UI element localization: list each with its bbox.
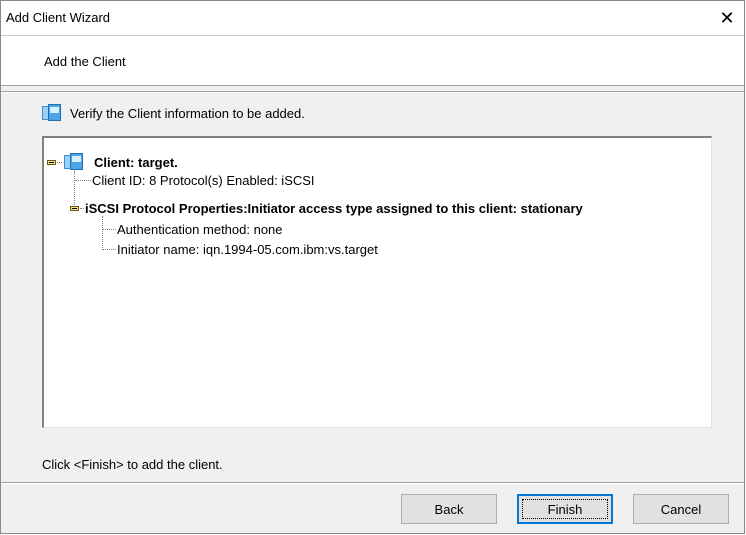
tree-item-protocol-properties[interactable]: iSCSI Protocol Properties:Initiator acce… (85, 201, 583, 216)
step-title: Add the Client (44, 54, 126, 69)
verify-text: Verify the Client information to be adde… (70, 105, 305, 121)
add-client-wizard-window: Add Client Wizard ✕ Add the Client Verif… (0, 0, 745, 534)
tree-item-client-id[interactable]: Client ID: 8 Protocol(s) Enabled: iSCSI (92, 173, 315, 188)
footer-divider (1, 482, 744, 484)
tree-item-initiator-name[interactable]: Initiator name: iqn.1994-05.com.ibm:vs.t… (117, 242, 378, 257)
client-tree-view[interactable]: Client: target. Client ID: 8 Protocol(s)… (42, 136, 712, 428)
window-title: Add Client Wizard (6, 10, 111, 25)
cancel-button-label: Cancel (660, 501, 702, 517)
collapse-toggle-root[interactable] (47, 160, 56, 165)
collapse-toggle-protocol[interactable] (70, 206, 79, 211)
finish-button[interactable]: Finish (517, 494, 613, 524)
close-icon: ✕ (719, 7, 735, 29)
finish-hint: Click <Finish> to add the client. (42, 457, 223, 472)
title-bar[interactable]: Add Client Wizard ✕ (1, 1, 744, 35)
verify-row: Verify the Client information to be adde… (42, 103, 305, 123)
cancel-button[interactable]: Cancel (633, 494, 729, 524)
client-node-icon (64, 153, 84, 171)
client-icon (42, 104, 62, 122)
tree-root-client[interactable]: Client: target. (94, 155, 178, 170)
back-button[interactable]: Back (401, 494, 497, 524)
tree-item-auth-method[interactable]: Authentication method: none (117, 222, 283, 237)
back-button-label: Back (434, 501, 464, 517)
close-button[interactable]: ✕ (710, 1, 744, 35)
header-divider (1, 91, 744, 93)
wizard-header: Add the Client (1, 35, 744, 86)
